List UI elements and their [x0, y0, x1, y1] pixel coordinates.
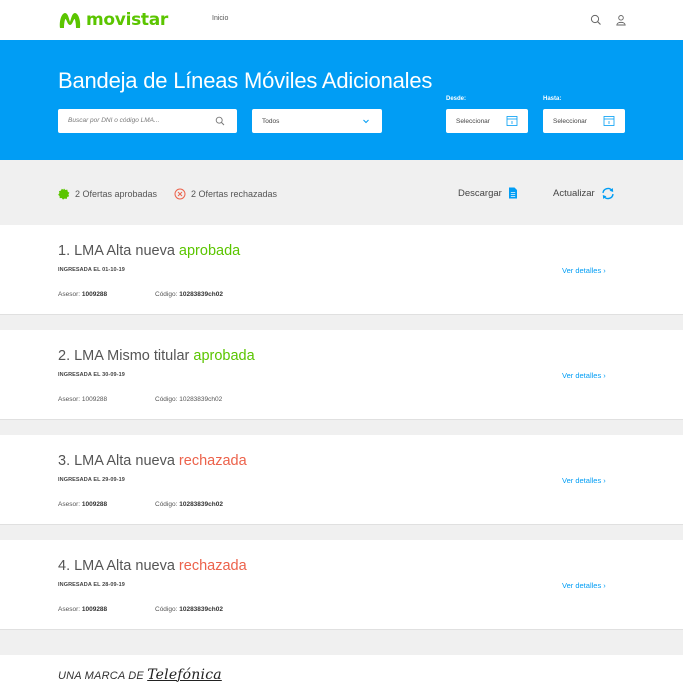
asesor-label: Asesor: [58, 501, 81, 508]
from-date-value: Seleccionar [456, 118, 490, 125]
calendar-icon [603, 116, 615, 126]
refresh-button[interactable]: Actualizar [553, 187, 615, 200]
codigo-field: Código: 10283839ch02 [155, 501, 223, 508]
offer-card: 2. LMA Mismo titular aprobada INGRESADA … [0, 330, 683, 420]
page-title: Bandeja de Líneas Móviles Adicionales [58, 68, 433, 93]
codigo-value: 10283839ch02 [179, 606, 223, 613]
ver-detalles-link[interactable]: Ver detalles › [562, 266, 606, 275]
to-date-label: Hasta: [543, 96, 562, 102]
footer: UNA MARCA DE Telefónica [0, 655, 683, 695]
from-date-picker[interactable]: Seleccionar [446, 109, 528, 133]
to-date-value: Seleccionar [553, 118, 587, 125]
calendar-icon [506, 116, 518, 126]
ver-detalles-link[interactable]: Ver detalles › [562, 371, 606, 380]
download-label: Descargar [458, 187, 502, 199]
offer-title: 2. LMA Mismo titular aprobada [58, 348, 255, 364]
codigo-label: Código: [155, 501, 178, 508]
codigo-label: Código: [155, 291, 178, 298]
status-filter-value: Todos [262, 118, 280, 125]
hero-banner: Bandeja de Líneas Móviles Adicionales Bu… [0, 40, 683, 160]
approved-badge-icon [58, 188, 70, 200]
ver-detalles-link[interactable]: Ver detalles › [562, 476, 606, 485]
offer-card: 1. LMA Alta nueva aprobada INGRESADA EL … [0, 225, 683, 315]
brand-name: movistar [86, 10, 169, 30]
offer-status: rechazada [178, 453, 247, 469]
refresh-label: Actualizar [553, 188, 595, 199]
refresh-icon [602, 187, 614, 200]
asesor-label: Asesor: [58, 396, 81, 403]
summary-bar: 2 Ofertas aprobadas 2 Ofertas rechazadas… [0, 160, 683, 224]
download-button[interactable]: Descargar [458, 187, 518, 199]
top-navbar: movistar Inicio [0, 0, 683, 40]
ver-detalles-link[interactable]: Ver detalles › [562, 581, 606, 590]
codigo-field: Código: 10283839ch02 [155, 606, 223, 613]
status-filter-select[interactable]: Todos [252, 109, 382, 133]
search-icon[interactable] [590, 14, 602, 26]
offer-card: 4. LMA Alta nueva rechazada INGRESADA EL… [0, 540, 683, 630]
asesor-value: 1009288 [81, 291, 108, 298]
rejected-circle-x-icon [174, 188, 186, 200]
offer-date: INGRESADA EL 30-09-19 [58, 372, 125, 378]
footer-prefix: UNA MARCA DE [58, 670, 144, 682]
asesor-field: Asesor: 1009288 [58, 606, 107, 613]
codigo-value: 10283839ch02 [179, 501, 223, 508]
codigo-value: 10283839ch02 [179, 396, 223, 403]
document-icon [508, 187, 517, 199]
offer-status: aprobada [178, 243, 241, 259]
offer-title-text: 2. LMA Mismo titular [58, 348, 190, 364]
offer-title: 4. LMA Alta nueva rechazada [58, 558, 247, 574]
offer-title: 1. LMA Alta nueva aprobada [58, 243, 240, 259]
asesor-label: Asesor: [58, 291, 81, 298]
offer-card: 3. LMA Alta nueva rechazada INGRESADA EL… [0, 435, 683, 525]
asesor-value: 1009288 [81, 501, 108, 508]
movistar-logo[interactable]: movistar [58, 10, 168, 30]
offer-title-text: 3. LMA Alta nueva [58, 453, 175, 469]
codigo-field: Código: 10283839ch02 [155, 291, 223, 298]
approved-count-label: 2 Ofertas aprobadas [75, 189, 158, 199]
asesor-field: Asesor: 1009288 [58, 396, 107, 403]
search-input[interactable]: Buscar por DNI o código LMA... [58, 109, 237, 133]
offer-status: aprobada [193, 348, 255, 364]
approved-count: 2 Ofertas aprobadas [58, 188, 157, 200]
asesor-field: Asesor: 1009288 [58, 291, 107, 298]
offer-status: rechazada [178, 558, 247, 574]
to-date-picker[interactable]: Seleccionar [543, 109, 625, 133]
offer-date: INGRESADA EL 29-09-19 [58, 477, 125, 483]
rejected-count-label: 2 Ofertas rechazadas [191, 189, 278, 199]
chevron-down-icon [363, 119, 369, 124]
asesor-value: 1009288 [81, 396, 108, 403]
offer-title: 3. LMA Alta nueva rechazada [58, 453, 247, 469]
nav-link-inicio[interactable]: Inicio [212, 15, 228, 22]
codigo-value: 10283839ch02 [179, 291, 223, 298]
user-icon[interactable] [615, 14, 627, 26]
search-icon[interactable] [215, 116, 225, 126]
asesor-label: Asesor: [58, 606, 81, 613]
search-placeholder: Buscar por DNI o código LMA... [68, 117, 160, 124]
offer-title-text: 4. LMA Alta nueva [58, 558, 175, 574]
codigo-label: Código: [155, 396, 178, 403]
footer-brand-line: UNA MARCA DE Telefónica [58, 667, 222, 683]
asesor-value: 1009288 [81, 606, 108, 613]
offer-date: INGRESADA EL 01-10-19 [58, 267, 125, 273]
offer-title-text: 1. LMA Alta nueva [58, 243, 175, 259]
rejected-count: 2 Ofertas rechazadas [174, 188, 277, 200]
telefonica-logo: Telefónica [147, 667, 222, 683]
from-date-label: Desde: [446, 96, 467, 102]
codigo-label: Código: [155, 606, 178, 613]
codigo-field: Código: 10283839ch02 [155, 396, 222, 403]
asesor-field: Asesor: 1009288 [58, 501, 107, 508]
offer-date: INGRESADA EL 28-09-19 [58, 582, 125, 588]
movistar-m-icon [59, 13, 81, 28]
